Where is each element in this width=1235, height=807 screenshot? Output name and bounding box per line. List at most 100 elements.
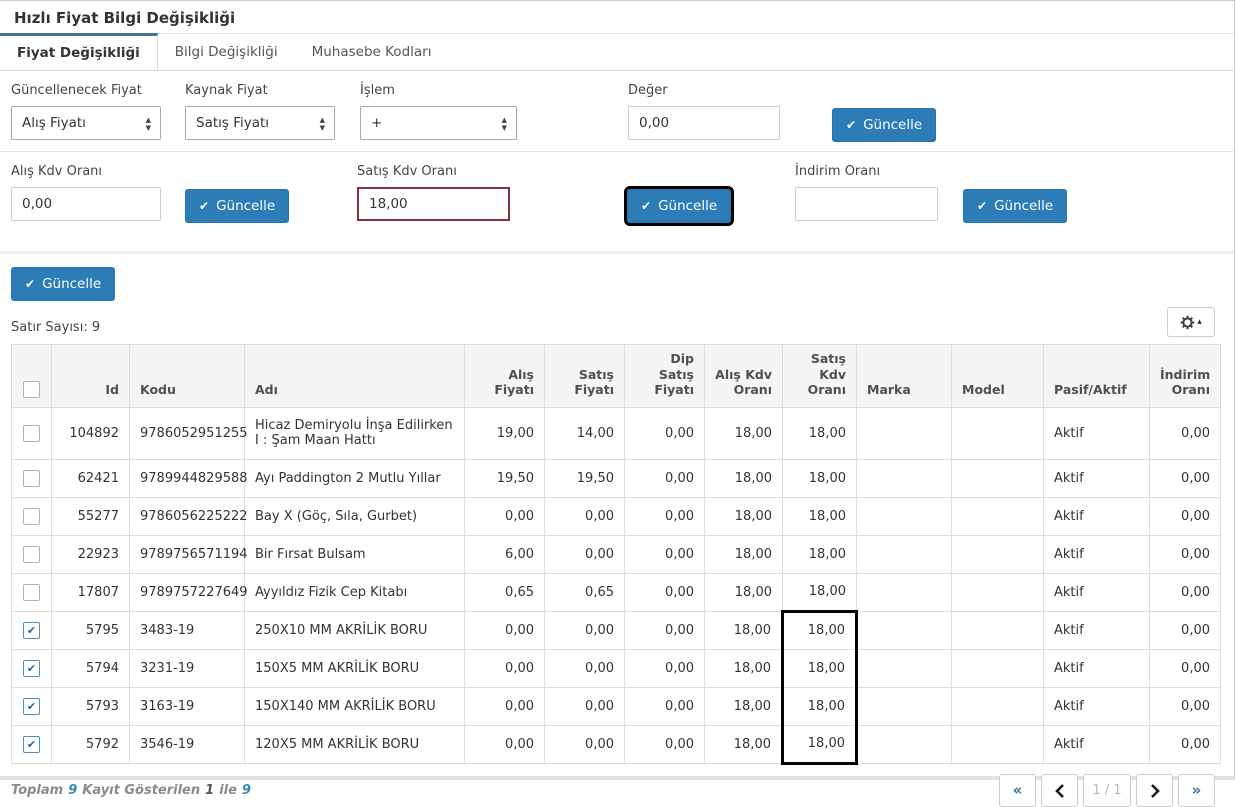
cell-satis_kdv_orani: 18,00 bbox=[783, 460, 857, 498]
alis-kdv-input[interactable] bbox=[11, 187, 161, 221]
cell-kodu: 9789757227649 bbox=[130, 574, 245, 612]
guncelle-indirim-button[interactable]: ✔ Güncelle bbox=[963, 189, 1067, 223]
column-header[interactable]: Id bbox=[52, 345, 130, 408]
prev-page-button[interactable] bbox=[1041, 774, 1078, 807]
cell-model bbox=[952, 612, 1044, 650]
row-checkbox[interactable]: ✔ bbox=[23, 622, 40, 639]
cell-satis_kdv_orani: 18,00 bbox=[783, 498, 857, 536]
row-checkbox[interactable] bbox=[23, 425, 40, 442]
column-header[interactable]: Model bbox=[952, 345, 1044, 408]
cell-satis_fiyati: 0,00 bbox=[545, 498, 625, 536]
first-page-button[interactable]: « bbox=[999, 774, 1036, 807]
panel: Hızlı Fiyat Bilgi Değişikliği Fiyat Deği… bbox=[0, 0, 1235, 780]
cell-alis_fiyati: 6,00 bbox=[465, 536, 545, 574]
row-select-cell bbox=[12, 460, 52, 498]
row-checkbox[interactable]: ✔ bbox=[23, 660, 40, 677]
row-checkbox[interactable] bbox=[23, 470, 40, 487]
tab-muhasebe-kodlari[interactable]: Muhasebe Kodları bbox=[295, 34, 449, 70]
cell-satis_kdv_orani: 18,00 bbox=[783, 536, 857, 574]
column-header[interactable]: Kodu bbox=[130, 345, 245, 408]
column-header[interactable]: Marka bbox=[857, 345, 952, 408]
row-checkbox[interactable] bbox=[23, 546, 40, 563]
cell-indirim_orani: 0,00 bbox=[1150, 650, 1221, 688]
cell-model bbox=[952, 650, 1044, 688]
indirim-orani-input[interactable] bbox=[795, 187, 938, 221]
cell-alis_fiyati: 19,00 bbox=[465, 407, 545, 459]
kaynak-fiyat-select[interactable]: Satış Fiyatı ▲▼ bbox=[185, 106, 335, 140]
pagination: « 1 / 1 » bbox=[999, 774, 1215, 807]
column-header[interactable]: Adı bbox=[245, 345, 465, 408]
cell-dip_satis_fiyati: 0,00 bbox=[625, 726, 705, 764]
products-table: IdKoduAdıAlış FiyatıSatış FiyatıDip Satı… bbox=[11, 344, 1221, 765]
column-header[interactable]: Pasif/Aktif bbox=[1044, 345, 1150, 408]
field-label: Güncellenecek Fiyat bbox=[11, 83, 161, 98]
cell-satis_fiyati: 0,65 bbox=[545, 574, 625, 612]
cell-pasif_aktif: Aktif bbox=[1044, 574, 1150, 612]
cell-kodu: 9786052951255 bbox=[130, 407, 245, 459]
row-checkbox[interactable]: ✔ bbox=[23, 698, 40, 715]
cell-indirim_orani: 0,00 bbox=[1150, 688, 1221, 726]
double-chevron-left-icon: « bbox=[1013, 783, 1023, 798]
cell-adi: Hicaz Demiryolu İnşa Edilirken I : Şam M… bbox=[245, 407, 465, 459]
islem-select[interactable]: + ▲▼ bbox=[360, 106, 517, 140]
guncelle-alis-kdv-button[interactable]: ✔ Güncelle bbox=[185, 189, 289, 223]
tab-fiyat-degisikligi[interactable]: Fiyat Değişikliği bbox=[0, 33, 158, 70]
row-select-cell: ✔ bbox=[12, 650, 52, 688]
cell-marka bbox=[857, 688, 952, 726]
cell-alis_kdv_orani: 18,00 bbox=[705, 536, 783, 574]
header-row: IdKoduAdıAlış FiyatıSatış FiyatıDip Satı… bbox=[12, 345, 1221, 408]
page-title: Hızlı Fiyat Bilgi Değişikliği bbox=[0, 1, 1234, 33]
column-header[interactable]: İndirim Oranı bbox=[1150, 345, 1221, 408]
cell-satis_fiyati: 0,00 bbox=[545, 536, 625, 574]
next-page-button[interactable] bbox=[1136, 774, 1173, 807]
column-header[interactable]: Dip Satış Fiyatı bbox=[625, 345, 705, 408]
cell-indirim_orani: 0,00 bbox=[1150, 498, 1221, 536]
chevron-right-icon bbox=[1150, 784, 1160, 798]
cell-satis_kdv_orani: 18,00 bbox=[783, 407, 857, 459]
grid-controls: Satır Sayısı: 9 ▴ bbox=[11, 307, 1215, 337]
table-row: 552779786056225222Bay X (Göç, Sıla, Gurb… bbox=[12, 498, 1221, 536]
cell-alis_kdv_orani: 18,00 bbox=[705, 460, 783, 498]
row-checkbox[interactable] bbox=[23, 508, 40, 525]
shown-from: 1 bbox=[205, 783, 214, 798]
cell-pasif_aktif: Aktif bbox=[1044, 612, 1150, 650]
column-header[interactable]: Satış Fiyatı bbox=[545, 345, 625, 408]
column-header[interactable]: Satış Kdv Oranı bbox=[783, 345, 857, 408]
guncelle-fiyat-button[interactable]: ✔ Güncelle bbox=[832, 108, 936, 142]
row-select-cell: ✔ bbox=[12, 688, 52, 726]
button-label: Güncelle bbox=[216, 198, 275, 214]
guncelle-bulk-button[interactable]: ✔ Güncelle bbox=[11, 267, 115, 301]
last-page-button[interactable]: » bbox=[1178, 774, 1215, 807]
check-icon: ✔ bbox=[641, 200, 651, 212]
guncelle-satis-kdv-button[interactable]: ✔ Güncelle bbox=[627, 189, 731, 223]
cell-alis_fiyati: 0,00 bbox=[465, 498, 545, 536]
select-all-checkbox[interactable] bbox=[23, 381, 40, 398]
field-label: Değer bbox=[628, 83, 780, 98]
satis-kdv-input[interactable] bbox=[357, 187, 510, 221]
double-chevron-right-icon: » bbox=[1192, 783, 1202, 798]
column-header[interactable]: Alış Fiyatı bbox=[465, 345, 545, 408]
cell-satis_kdv_orani: 18,00 bbox=[783, 726, 857, 764]
cell-model bbox=[952, 407, 1044, 459]
select-arrows-icon: ▲▼ bbox=[320, 116, 325, 132]
cell-kodu: 3546-19 bbox=[130, 726, 245, 764]
row-checkbox[interactable]: ✔ bbox=[23, 736, 40, 753]
table-row: 178079789757227649Ayyıldız Fizik Cep Kit… bbox=[12, 574, 1221, 612]
guncellenecek-fiyat-select[interactable]: Alış Fiyatı ▲▼ bbox=[11, 106, 161, 140]
row-select-cell: ✔ bbox=[12, 726, 52, 764]
row-checkbox[interactable] bbox=[23, 584, 40, 601]
table-row: 229239789756571194Bir Fırsat Bulsam6,000… bbox=[12, 536, 1221, 574]
grid-settings-button[interactable]: ▴ bbox=[1167, 307, 1215, 337]
cell-alis_fiyati: 0,00 bbox=[465, 612, 545, 650]
cell-adi: Bay X (Göç, Sıla, Gurbet) bbox=[245, 498, 465, 536]
field-alis-kdv-orani: Alış Kdv Oranı bbox=[11, 164, 161, 221]
cell-marka bbox=[857, 498, 952, 536]
cell-model bbox=[952, 460, 1044, 498]
cell-dip_satis_fiyati: 0,00 bbox=[625, 536, 705, 574]
cell-satis_fiyati: 14,00 bbox=[545, 407, 625, 459]
table-row: ✔57923546-19120X5 MM AKRİLİK BORU0,000,0… bbox=[12, 726, 1221, 764]
cell-dip_satis_fiyati: 0,00 bbox=[625, 460, 705, 498]
tab-bilgi-degisikligi[interactable]: Bilgi Değişikliği bbox=[158, 34, 295, 70]
column-header[interactable]: Alış Kdv Oranı bbox=[705, 345, 783, 408]
deger-input[interactable] bbox=[628, 106, 780, 140]
